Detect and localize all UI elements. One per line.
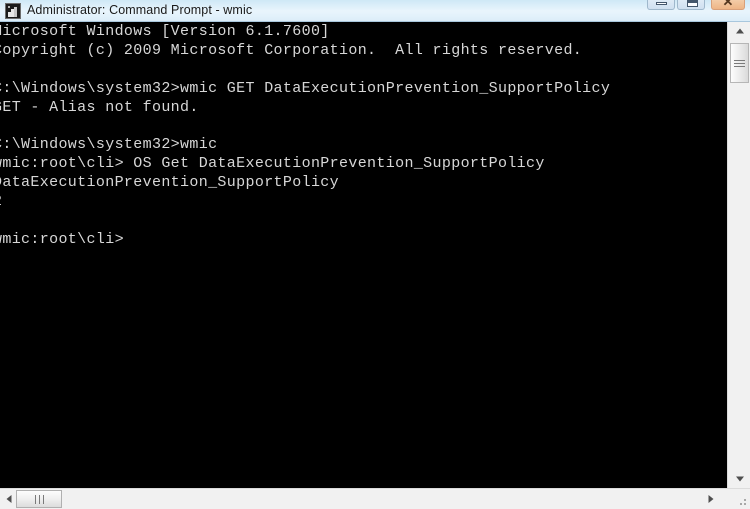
triangle-left-glyph <box>6 495 12 503</box>
close-button[interactable]: ✕ <box>711 0 745 10</box>
window-resize-grip[interactable] <box>736 495 748 507</box>
triangle-down-glyph <box>735 476 744 482</box>
window-title-bar[interactable]: Administrator: Command Prompt - wmic ✕ <box>0 0 750 22</box>
triangle-right-glyph <box>708 495 714 503</box>
close-icon: ✕ <box>722 0 734 9</box>
grip-line <box>734 66 745 67</box>
command-prompt-window: Administrator: Command Prompt - wmic ✕ M… <box>0 0 750 509</box>
vertical-scrollbar[interactable] <box>727 22 750 488</box>
minimize-button[interactable] <box>647 0 675 10</box>
grip-line <box>734 63 745 64</box>
scroll-up-arrow-icon[interactable] <box>729 22 750 40</box>
vertical-scroll-thumb[interactable] <box>730 43 749 83</box>
maximize-icon <box>687 0 698 7</box>
scroll-right-arrow-icon[interactable] <box>702 489 720 509</box>
horizontal-scroll-thumb[interactable] <box>16 490 62 508</box>
grip-dot <box>740 503 742 505</box>
minimize-icon <box>656 2 667 5</box>
horizontal-scrollbar[interactable] <box>0 488 750 509</box>
console-output-area[interactable]: Microsoft Windows [Version 6.1.7600] Cop… <box>0 22 727 488</box>
scroll-down-arrow-icon[interactable] <box>729 470 750 488</box>
cmd-console-icon[interactable] <box>5 3 21 19</box>
grip-line <box>39 495 40 504</box>
grip-line <box>734 60 745 61</box>
grip-dot <box>744 499 746 501</box>
grip-dot <box>744 503 746 505</box>
maximize-button[interactable] <box>677 0 705 10</box>
triangle-up-glyph <box>735 28 744 34</box>
window-title-text: Administrator: Command Prompt - wmic <box>27 3 253 17</box>
grip-line <box>43 495 44 504</box>
icon-bar-3 <box>14 7 17 17</box>
grip-line <box>35 495 36 504</box>
icon-pixel <box>8 6 10 8</box>
console-text: Microsoft Windows [Version 6.1.7600] Cop… <box>0 23 611 248</box>
